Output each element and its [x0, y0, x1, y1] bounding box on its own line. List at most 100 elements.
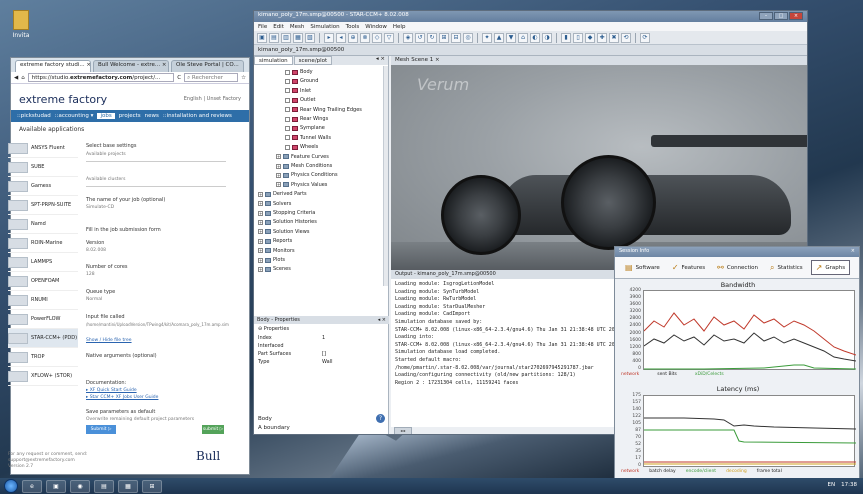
menu-help[interactable]: Help [393, 24, 406, 30]
minimize-button[interactable]: – [759, 12, 773, 20]
nav-item-active[interactable]: jobs [97, 113, 115, 119]
toolbar-tool-icon[interactable]: ↺ [415, 32, 425, 43]
expand-icon[interactable]: + [258, 238, 263, 244]
toolbar-tool-icon[interactable]: ▤ [269, 32, 279, 43]
mesh-scene-viewport[interactable]: Verum [391, 65, 807, 270]
version-select[interactable]: 8.02.008 [86, 248, 106, 253]
app-item[interactable]: Namd [8, 215, 78, 234]
tab-software[interactable]: ▤ Software [621, 261, 664, 274]
app-item[interactable]: PowerFLOW [8, 310, 78, 329]
expand-icon[interactable] [285, 78, 290, 84]
doc-link[interactable]: ▸ XF Quick Start Guide [86, 388, 137, 393]
app-item[interactable]: SUBE [8, 158, 78, 177]
tab-mesh-scene[interactable]: Mesh Scene 1 × [391, 56, 807, 65]
toolbar-tool-icon[interactable]: ◐ [530, 32, 540, 43]
tree-node[interactable]: Rear Wing Trailing Edges [285, 106, 362, 114]
tree-node[interactable]: Rear Wings [285, 115, 328, 123]
tree-node[interactable]: + Physics Values [276, 181, 327, 189]
menu-simulation[interactable]: Simulation [310, 24, 339, 30]
expand-icon[interactable]: + [276, 172, 281, 178]
toolbar-tool-icon[interactable]: ◂ [336, 32, 346, 43]
menu-edit[interactable]: Edit [273, 24, 284, 30]
reload-icon[interactable]: C [177, 75, 181, 81]
cores-input[interactable]: 128 [86, 272, 95, 277]
expand-icon[interactable] [285, 88, 290, 94]
expand-icon[interactable] [285, 116, 290, 122]
toolbar-tool-icon[interactable]: ▧ [305, 32, 315, 43]
taskbar-item[interactable]: ◉ [70, 479, 90, 493]
tree-node[interactable]: + Solution Views [258, 228, 309, 236]
prop-value[interactable]: Wall [322, 359, 332, 365]
expand-icon[interactable]: + [258, 210, 263, 216]
tree-node[interactable]: + Monitors [258, 247, 295, 255]
submit-button-secondary[interactable]: submit ▷ [202, 425, 224, 434]
expand-icon[interactable] [285, 144, 290, 150]
taskbar-item[interactable]: ▤ [94, 479, 114, 493]
nav-item[interactable]: projects [119, 113, 141, 119]
toolbar-tool-icon[interactable]: ⟲ [621, 32, 631, 43]
nav-item[interactable]: news [145, 113, 159, 119]
back-icon[interactable]: ◀ [14, 75, 18, 81]
toolbar-tool-icon[interactable]: ▮ [561, 32, 571, 43]
expand-icon[interactable]: + [276, 154, 281, 160]
output-scroll[interactable]: ◂ ▸ [394, 427, 412, 434]
toolbar-tool-icon[interactable]: ▸ [324, 32, 334, 43]
toolbar-tool-icon[interactable]: ▦ [293, 32, 303, 43]
expand-icon[interactable]: + [276, 163, 281, 169]
close-icon[interactable]: × [851, 248, 855, 256]
desktop-icon[interactable]: Invita [6, 10, 36, 39]
prop-value[interactable]: 1 [322, 335, 325, 341]
tab-scene-plot[interactable]: scene/plot [293, 56, 333, 65]
tree-node[interactable]: Symplane [285, 124, 325, 132]
expand-icon[interactable] [285, 135, 290, 141]
search-input[interactable]: ⌕ Rechercher [184, 73, 239, 82]
toolbar-tool-icon[interactable]: ✖ [609, 32, 619, 43]
taskbar-item[interactable]: ⊞ [142, 479, 162, 493]
tree-node[interactable]: + Reports [258, 237, 292, 245]
toolbar-tool-icon[interactable]: ◆ [585, 32, 595, 43]
tree-node[interactable]: + Solvers [258, 200, 291, 208]
tree-scrollbar[interactable] [383, 66, 388, 286]
expand-icon[interactable] [285, 97, 290, 103]
tray-language[interactable]: EN [828, 482, 836, 488]
nav-item[interactable]: ::installation and reviews [163, 113, 232, 119]
toolbar-tool-icon[interactable]: ▥ [281, 32, 291, 43]
toolbar-tool-icon[interactable]: ▯ [573, 32, 583, 43]
queue-select[interactable]: Normal [86, 297, 102, 302]
tree-node[interactable]: Body [285, 68, 313, 76]
toolbar-tool-icon[interactable]: ⊞ [439, 32, 449, 43]
expand-icon[interactable]: + [258, 229, 263, 235]
toolbar-tool-icon[interactable]: ⌂ [518, 32, 528, 43]
nav-item[interactable]: ::pickstudad [17, 113, 51, 119]
start-button[interactable] [4, 479, 18, 493]
toolbar-tool-icon[interactable]: ◎ [463, 32, 473, 43]
toolbar-tool-icon[interactable]: ◑ [542, 32, 552, 43]
tree-node[interactable]: Wheels [285, 143, 318, 151]
expand-icon[interactable]: + [258, 248, 263, 254]
tab-statistics[interactable]: ⌕ Statistics [766, 261, 807, 275]
tree-node[interactable]: + Plots [258, 256, 285, 264]
file-tree-link[interactable]: Show / Hide file tree [86, 338, 132, 343]
prop-value[interactable]: [] [322, 351, 326, 357]
tree-node[interactable]: Outlet [285, 96, 316, 104]
tree-node[interactable]: + Solution Histories [258, 218, 317, 226]
close-button[interactable]: × [789, 12, 803, 20]
browser-tab[interactable]: Bull Welcome - extre... × [93, 60, 169, 72]
toolbar-tool-icon[interactable]: ⊗ [360, 32, 370, 43]
menu-tools[interactable]: Tools [346, 24, 360, 30]
app-item[interactable]: OPENFOAM [8, 272, 78, 291]
toolbar-tool-icon[interactable]: ⊕ [348, 32, 358, 43]
document-tab[interactable]: kimano_poly_17m.smp@00500 [254, 45, 807, 56]
job-name-input[interactable]: Simulate-CD [86, 205, 114, 210]
maximize-button[interactable]: □ [774, 12, 788, 20]
app-item[interactable]: Gamess [8, 177, 78, 196]
taskbar-item[interactable]: ▣ [46, 479, 66, 493]
tab-features[interactable]: ✓ Features [668, 261, 709, 274]
toolbar-tool-icon[interactable]: ⊟ [451, 32, 461, 43]
toolbar-tool-icon[interactable]: ✚ [597, 32, 607, 43]
tree-node[interactable]: + Feature Curves [276, 153, 329, 161]
panel-close-icon[interactable]: ◂ × [376, 56, 388, 65]
tree-node[interactable]: Tunnel Walls [285, 134, 331, 142]
toolbar-tool-icon[interactable]: ✦ [482, 32, 492, 43]
app-item[interactable]: XFLOW+ (STOR) [8, 367, 78, 386]
